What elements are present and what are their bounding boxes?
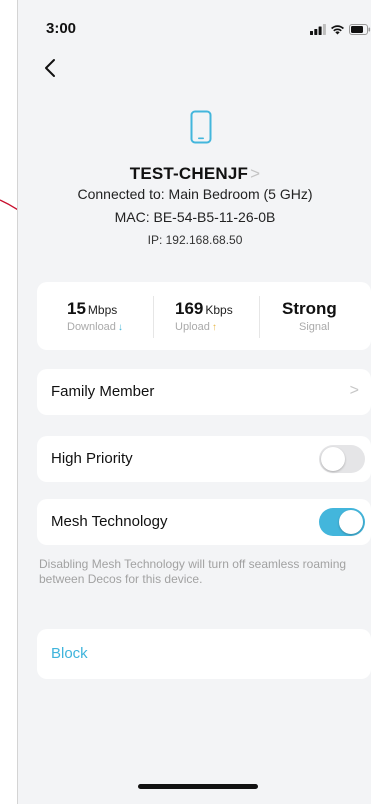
mesh-technology-row: Mesh Technology (37, 499, 371, 545)
signal-value-row: Strong (282, 299, 337, 319)
stat-divider (153, 296, 154, 338)
stat-divider (259, 296, 260, 338)
signal-value: Strong (282, 299, 337, 318)
upload-value: 169 (175, 299, 204, 318)
signal-icon (310, 22, 326, 40)
family-member-label: Family Member (51, 383, 155, 400)
mesh-technology-label: Mesh Technology (51, 513, 168, 530)
high-priority-label: High Priority (51, 450, 133, 467)
signal-stat: Strong Signal (265, 282, 369, 350)
download-arrow-icon: ↓ (117, 322, 123, 333)
device-name-chevron: > (250, 164, 261, 183)
stats-card: 15 Mbps Download ↓ 169 Kbps Upload ↑ Strong … (37, 282, 371, 350)
toggle-knob (321, 447, 345, 471)
ip-address-text: IP: 192.168.68.50 (147, 233, 243, 247)
status-time: 3:00 (46, 20, 77, 37)
connected-to-text: Connected to: Main Bedroom (5 GHz) (77, 186, 313, 202)
mesh-technology-note: Disabling Mesh Technology will turn off … (39, 557, 347, 586)
download-value: 15 (67, 299, 86, 318)
phone-icon (190, 110, 212, 149)
block-label: Block (51, 645, 88, 662)
battery-icon (349, 22, 371, 40)
download-stat: 15 Mbps Download ↓ (49, 282, 153, 350)
download-unit: Mbps (87, 303, 118, 317)
device-name-link[interactable]: TEST-CHENJF > (18, 164, 371, 184)
upload-arrow-icon: ↑ (211, 322, 217, 333)
chevron-left-icon (44, 58, 56, 83)
upload-unit: Kbps (205, 303, 233, 317)
upload-value-row: 169 Kbps (175, 299, 233, 319)
phone-screen: 3:00 TEST-CHENJF > Connected to: Main Be… (17, 0, 371, 804)
high-priority-row: High Priority (37, 436, 371, 482)
status-bar: 3:00 (18, 0, 371, 60)
back-button[interactable] (38, 56, 62, 84)
status-icons (310, 22, 371, 40)
download-label: Download (67, 321, 116, 333)
signal-label-row: Signal (299, 321, 330, 333)
home-indicator[interactable] (138, 784, 258, 789)
mac-address-text: MAC: BE-54-B5-11-26-0B (114, 209, 276, 225)
device-name: TEST-CHENJF (129, 164, 249, 183)
download-label-row: Download ↓ (67, 321, 123, 333)
upload-stat: 169 Kbps Upload ↑ (157, 282, 261, 350)
mesh-technology-toggle[interactable] (319, 508, 365, 536)
wifi-icon (330, 22, 345, 40)
signal-label: Signal (299, 321, 330, 333)
block-button[interactable]: Block (37, 629, 371, 679)
download-value-row: 15 Mbps (67, 299, 117, 319)
family-member-row[interactable]: Family Member > (37, 369, 371, 415)
toggle-knob (339, 510, 363, 534)
upload-label-row: Upload ↑ (175, 321, 217, 333)
upload-label: Upload (175, 321, 210, 333)
high-priority-toggle[interactable] (319, 445, 365, 473)
chevron-right-icon: > (349, 382, 359, 399)
